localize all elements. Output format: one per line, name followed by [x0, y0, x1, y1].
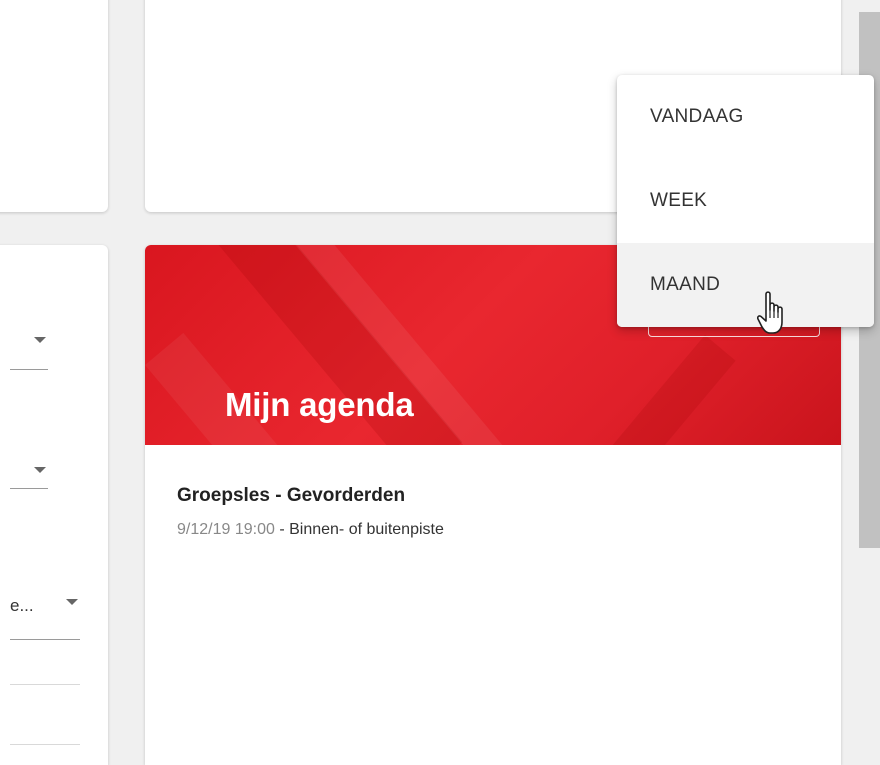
- field-underline: [10, 488, 48, 489]
- agenda-title: Mijn agenda: [225, 386, 414, 423]
- filter-select-value: e...: [10, 596, 34, 615]
- top-left-card: [0, 0, 108, 212]
- field-underline: [10, 684, 80, 685]
- field-underline: [10, 639, 80, 640]
- field-underline: [10, 369, 48, 370]
- event-datetime: 9/12/19 19:00: [177, 521, 275, 538]
- event-location: Binnen- of buitenpiste: [289, 521, 444, 538]
- agenda-event-item[interactable]: Groepsles - Gevorderden 9/12/19 19:00 - …: [177, 485, 444, 539]
- field-underline: [10, 744, 80, 745]
- filters-card: [0, 245, 108, 765]
- caret-down-icon: [34, 467, 46, 473]
- caret-down-icon: [66, 599, 78, 605]
- menu-item-week[interactable]: WEEK: [617, 159, 874, 243]
- event-separator: -: [274, 521, 290, 538]
- hand-pointer-icon: [757, 291, 783, 334]
- event-title: Groepsles - Gevorderden: [177, 485, 406, 506]
- event-details: 9/12/19 19:00 - Binnen- of buitenpiste: [177, 521, 444, 539]
- caret-down-icon: [34, 337, 46, 343]
- banner-decoration: [563, 335, 736, 445]
- period-menu: VANDAAG WEEK MAAND: [617, 75, 874, 327]
- menu-item-vandaag[interactable]: VANDAAG: [617, 75, 874, 159]
- menu-item-maand[interactable]: MAAND: [617, 243, 874, 327]
